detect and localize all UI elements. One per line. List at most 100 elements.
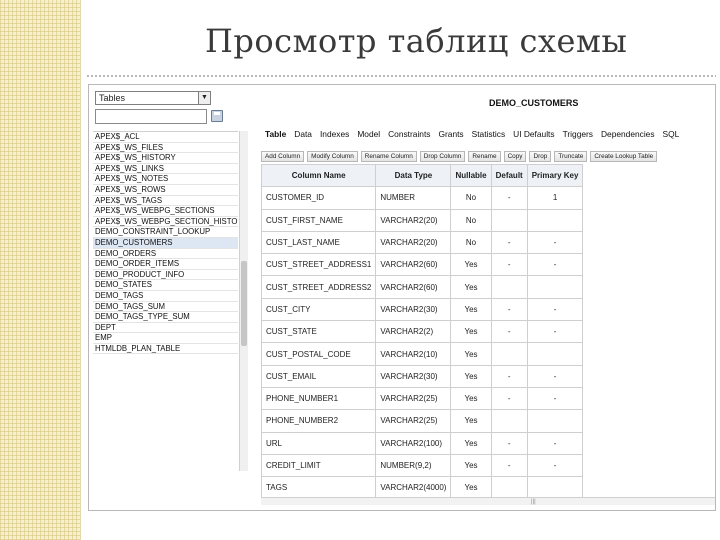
table-row: CUST_POSTAL_CODE VARCHAR2(10) Yes (260, 342, 584, 366)
column-header[interactable]: Primary Key (526, 163, 584, 188)
scroll-grip-icon[interactable]: ||| (531, 499, 536, 505)
table-cell: NUMBER (375, 186, 452, 210)
object-list-item[interactable]: APEX$_WS_ROWS (93, 185, 238, 196)
tab-dependencies[interactable]: Dependencies (601, 128, 655, 140)
rename-button[interactable]: Rename (468, 151, 501, 162)
object-list-item[interactable]: DEMO_TAGS_SUM (93, 302, 238, 313)
table-cell[interactable]: CUST_STATE (260, 320, 377, 344)
object-list-item[interactable]: DEMO_CONSTRAINT_LOOKUP (93, 227, 238, 238)
object-list-item[interactable]: APEX$_WS_HISTORY (93, 153, 238, 164)
object-list-item[interactable]: EMP (93, 333, 238, 344)
columns-header-row: Column Name Data Type Nullable Default Prima… (260, 163, 584, 188)
object-list-item[interactable]: DEMO_PRODUCT_INFO (93, 270, 238, 281)
object-type-select[interactable]: Tables ▼ (95, 91, 211, 105)
object-list: APEX$_ACL APEX$_WS_FILES APEX$_WS_HISTORY A… (93, 131, 238, 381)
chevron-down-icon[interactable]: ▼ (198, 92, 210, 104)
object-type-value: Tables (99, 93, 126, 103)
table-cell: VARCHAR2(25) (375, 386, 452, 411)
table-cell: - (526, 230, 584, 255)
table-cell (490, 342, 528, 366)
object-list-item[interactable]: DEMO_TAGS (93, 291, 238, 302)
object-list-item[interactable]: APEX$_ACL (93, 132, 238, 143)
table-cell[interactable]: PHONE_NUMBER1 (260, 386, 377, 411)
table-cell[interactable]: CUST_FIRST_NAME (260, 208, 377, 232)
table-cell[interactable]: PHONE_NUMBER2 (260, 409, 377, 433)
table-cell: Yes (450, 275, 492, 299)
table-cell: - (490, 297, 528, 322)
create-lookup-table-button[interactable]: Create Lookup Table (590, 151, 658, 162)
object-list-item[interactable]: APEX$_WS_NOTES (93, 174, 238, 185)
table-row: CUST_STATE VARCHAR2(2) Yes - - (260, 320, 584, 344)
scrollbar-thumb[interactable] (241, 261, 247, 346)
column-header[interactable]: Column Name (260, 163, 377, 188)
detail-tabs: Table Data Indexes Model Constraints Grants St… (265, 128, 715, 140)
object-list-scrollbar[interactable] (239, 131, 248, 471)
table-cell[interactable]: CUST_LAST_NAME (260, 230, 377, 255)
object-list-item[interactable]: APEX$_WS_FILES (93, 143, 238, 154)
table-cell: - (526, 297, 584, 322)
tab-data[interactable]: Data (294, 128, 312, 140)
tab-table[interactable]: Table (265, 128, 286, 140)
add-column-button[interactable]: Add Column (261, 151, 305, 162)
drop-button[interactable]: Drop (529, 151, 552, 162)
tab-sql[interactable]: SQL (663, 128, 680, 140)
object-list-item[interactable]: DEMO_TAGS_TYPE_SUM (93, 312, 238, 323)
table-cell[interactable]: TAGS (260, 476, 377, 500)
tab-statistics[interactable]: Statistics (472, 128, 506, 140)
rename-column-button[interactable]: Rename Column (360, 151, 417, 162)
copy-button[interactable]: Copy (503, 151, 527, 162)
save-icon[interactable] (211, 110, 223, 122)
table-cell[interactable]: CUST_CITY (260, 297, 377, 322)
table-cell: VARCHAR2(2) (375, 320, 452, 344)
table-cell[interactable]: URL (260, 431, 377, 455)
table-cell: - (526, 386, 584, 411)
object-list-item[interactable]: DEMO_CUSTOMERS (93, 237, 238, 249)
object-list-item[interactable]: APEX$_WS_TAGS (93, 196, 238, 207)
table-cell[interactable]: CREDIT_LIMIT (260, 453, 377, 478)
table-cell[interactable]: CUST_STREET_ADDRESS2 (260, 275, 377, 299)
object-list-item[interactable]: DEMO_STATES (93, 280, 238, 291)
table-cell: - (526, 320, 584, 344)
tab-grants[interactable]: Grants (438, 128, 463, 140)
object-list-item[interactable]: APEX$_WS_WEBPG_SECTION_HISTO (93, 217, 238, 228)
horizontal-scrollbar[interactable]: ||| (261, 497, 715, 505)
object-list-item[interactable]: APEX$_WS_WEBPG_SECTIONS (93, 206, 238, 217)
table-cell[interactable]: CUST_POSTAL_CODE (260, 342, 377, 366)
object-list-item[interactable]: DEPT (93, 323, 238, 334)
tab-model[interactable]: Model (357, 128, 380, 140)
title-dotted-rule (86, 75, 716, 77)
column-header[interactable]: Nullable (450, 163, 492, 188)
table-cell (526, 275, 584, 299)
drop-column-button[interactable]: Drop Column (419, 151, 466, 162)
object-search-input[interactable] (95, 109, 207, 124)
table-row: CUST_EMAIL VARCHAR2(30) Yes - - (260, 364, 584, 388)
tab-indexes[interactable]: Indexes (320, 128, 349, 140)
object-list-item[interactable]: DEMO_ORDERS (93, 249, 238, 260)
table-cell: - (490, 186, 528, 210)
tab-constraints[interactable]: Constraints (388, 128, 430, 140)
object-list-item[interactable]: DEMO_ORDER_ITEMS (93, 259, 238, 270)
modify-column-button[interactable]: Modify Column (307, 151, 358, 162)
table-row: CUST_CITY VARCHAR2(30) Yes - - (260, 297, 584, 322)
column-header[interactable]: Default (490, 163, 528, 188)
table-cell (490, 208, 528, 232)
table-cell (526, 208, 584, 232)
object-list-item[interactable]: APEX$_WS_LINKS (93, 164, 238, 175)
table-cell: - (490, 364, 528, 388)
tab-triggers[interactable]: Triggers (563, 128, 593, 140)
table-cell: VARCHAR2(25) (375, 409, 452, 433)
object-browser-screenshot: Tables ▼ APEX$_ACL APEX$_WS_FILES APEX$_WS… (88, 84, 716, 511)
table-cell[interactable]: CUST_EMAIL (260, 364, 377, 388)
tab-ui-defaults[interactable]: UI Defaults (513, 128, 554, 140)
table-cell: Yes (450, 453, 492, 478)
table-row: PHONE_NUMBER2 VARCHAR2(25) Yes (260, 409, 584, 433)
table-cell: Yes (450, 320, 492, 344)
object-list-item[interactable]: HTMLDB_PLAN_TABLE (93, 344, 238, 355)
table-row: CUST_STREET_ADDRESS2 VARCHAR2(60) Yes (260, 275, 584, 299)
table-cell[interactable]: CUST_STREET_ADDRESS1 (260, 253, 377, 277)
truncate-button[interactable]: Truncate (554, 151, 588, 162)
table-cell (526, 342, 584, 366)
table-cell[interactable]: CUSTOMER_ID (260, 186, 377, 210)
table-cell: No (450, 186, 492, 210)
column-header[interactable]: Data Type (375, 163, 452, 188)
